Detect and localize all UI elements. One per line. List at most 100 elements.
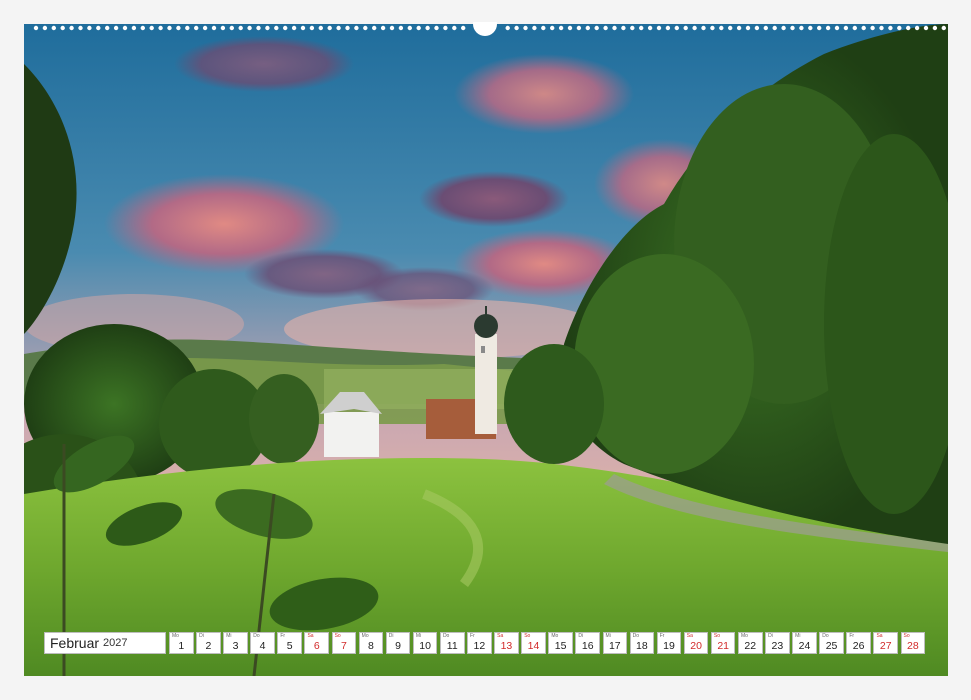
binding-hole (407, 25, 412, 31)
binding-hole (122, 25, 128, 31)
day-number: 7 (340, 640, 347, 652)
weekday-label: Di (768, 633, 773, 639)
binding-hole (211, 25, 217, 31)
binding-holes (33, 12, 946, 36)
binding-hole (763, 25, 768, 31)
day-number: 26 (852, 640, 865, 652)
day-cell: Do 11 (439, 632, 465, 654)
day-number: 14 (527, 640, 540, 652)
binding-hole (808, 25, 813, 31)
weekday-label: So (903, 633, 910, 639)
binding-hole (817, 25, 822, 31)
binding-hole (69, 25, 74, 31)
weekday-label: Fr (470, 633, 475, 639)
weekday-label: Do (632, 633, 639, 639)
binding-hole (238, 25, 243, 31)
day-cells: Mo 1 Di 2 Mi 3 Do 4 Fr 5 Sa 6 So 7 Mo 8 Di 9 Mi 10 Do 11 Fr 12 S… (169, 632, 928, 656)
day-number: 15 (554, 640, 567, 652)
binding-hole (523, 25, 528, 31)
binding-hole (247, 25, 252, 31)
day-cell: Fr 12 (467, 632, 492, 654)
day-number: 10 (419, 640, 431, 652)
binding-hole (576, 25, 582, 31)
day-number: 24 (798, 640, 811, 652)
day-cell: Do 25 (819, 632, 844, 654)
binding-hole (229, 25, 234, 31)
spiral-binding (24, 12, 948, 36)
weekday-label: So (713, 633, 720, 639)
binding-hole (425, 25, 430, 31)
binding-hole (185, 25, 190, 31)
weekday-label: Sa (497, 633, 504, 639)
day-cell: Mo 8 (358, 632, 384, 654)
day-number: 18 (636, 640, 648, 652)
day-number: 3 (232, 640, 239, 652)
month-name: Februar (50, 635, 100, 651)
binding-hole (327, 25, 332, 31)
binding-hole (754, 25, 760, 31)
day-cell: Mi 24 (792, 632, 817, 654)
binding-hole (113, 25, 119, 31)
hanger-notch (473, 12, 497, 36)
binding-hole (790, 25, 795, 31)
binding-hole (220, 25, 226, 31)
binding-hole (647, 25, 653, 31)
binding-hole (149, 25, 154, 31)
binding-hole (745, 25, 751, 31)
binding-hole (105, 25, 110, 31)
binding-hole (140, 25, 145, 31)
binding-hole (861, 25, 866, 31)
day-number: 25 (825, 640, 838, 652)
binding-hole (345, 25, 350, 31)
binding-hole (683, 25, 688, 31)
weekday-label: Mi (795, 633, 801, 639)
day-cell: Mi 3 (223, 632, 248, 654)
binding-hole (87, 25, 92, 31)
day-cell: Mo 22 (737, 632, 763, 654)
day-cell: Mo 15 (548, 632, 573, 654)
day-cell: So 21 (710, 632, 736, 654)
day-cell: So 28 (900, 632, 926, 654)
binding-hole (825, 25, 831, 31)
day-number: 6 (313, 640, 320, 652)
day-cell: Do 4 (250, 632, 275, 654)
day-cell: Fr 19 (656, 632, 682, 654)
binding-hole (363, 25, 368, 31)
day-number: 23 (771, 640, 784, 652)
binding-hole (389, 25, 395, 31)
day-number: 2 (205, 640, 212, 652)
binding-hole (354, 25, 359, 31)
binding-hole (567, 25, 573, 31)
day-number: 9 (395, 640, 401, 652)
day-number: 27 (879, 640, 892, 652)
day-number: 8 (368, 640, 374, 652)
binding-hole (550, 25, 555, 31)
weekday-label: Sa (876, 633, 883, 639)
binding-hole (879, 25, 884, 31)
binding-hole (309, 25, 315, 31)
binding-hole (914, 25, 920, 31)
binding-hole (541, 25, 546, 31)
day-number: 19 (663, 640, 675, 652)
month-year: 2027 (103, 637, 128, 649)
binding-hole (96, 25, 101, 31)
binding-hole (461, 25, 466, 31)
binding-hole (897, 25, 902, 31)
binding-hole (452, 25, 457, 31)
weekday-label: Mi (605, 633, 611, 639)
binding-hole (594, 25, 599, 31)
weekday-label: Mo (361, 633, 369, 639)
calendar-strip: Februar 2027 Mo 1 Di 2 Mi 3 Do 4 Fr 5 Sa 6 So 7 Mo 8 Di 9… (44, 632, 928, 656)
binding-hole (443, 25, 448, 31)
binding-hole (283, 25, 288, 31)
binding-hole (300, 25, 306, 31)
day-number: 28 (906, 640, 919, 652)
weekday-label: Di (578, 633, 584, 639)
binding-hole (772, 25, 777, 31)
day-number: 4 (259, 640, 266, 652)
day-cell: Mi 10 (412, 632, 438, 654)
binding-hole (701, 25, 706, 31)
day-cell: Fr 5 (277, 632, 302, 654)
binding-hole (51, 25, 56, 31)
day-cell: Sa 13 (494, 632, 519, 654)
